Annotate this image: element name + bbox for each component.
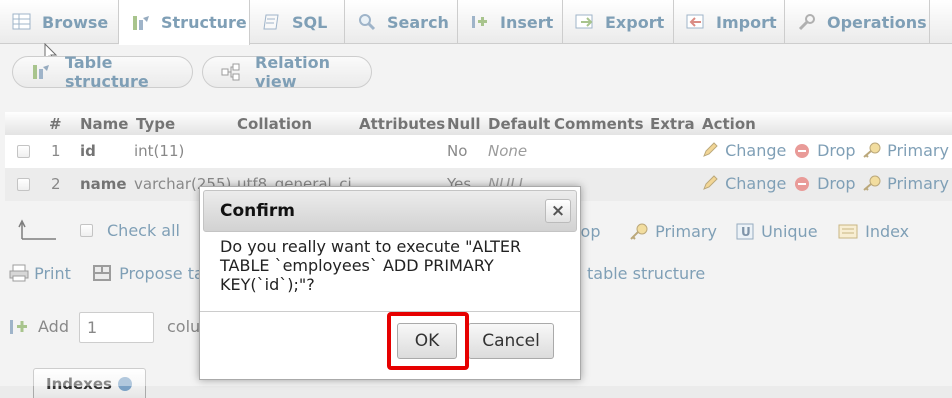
dialog-message: Do you really want to execute "ALTER TAB…: [220, 237, 527, 294]
dialog-titlebar[interactable]: Confirm ×: [203, 190, 577, 232]
dialog-title: Confirm: [220, 201, 295, 221]
cancel-button[interactable]: Cancel: [468, 323, 554, 359]
close-icon[interactable]: ×: [545, 199, 571, 223]
ok-button-highlight: [387, 312, 469, 370]
